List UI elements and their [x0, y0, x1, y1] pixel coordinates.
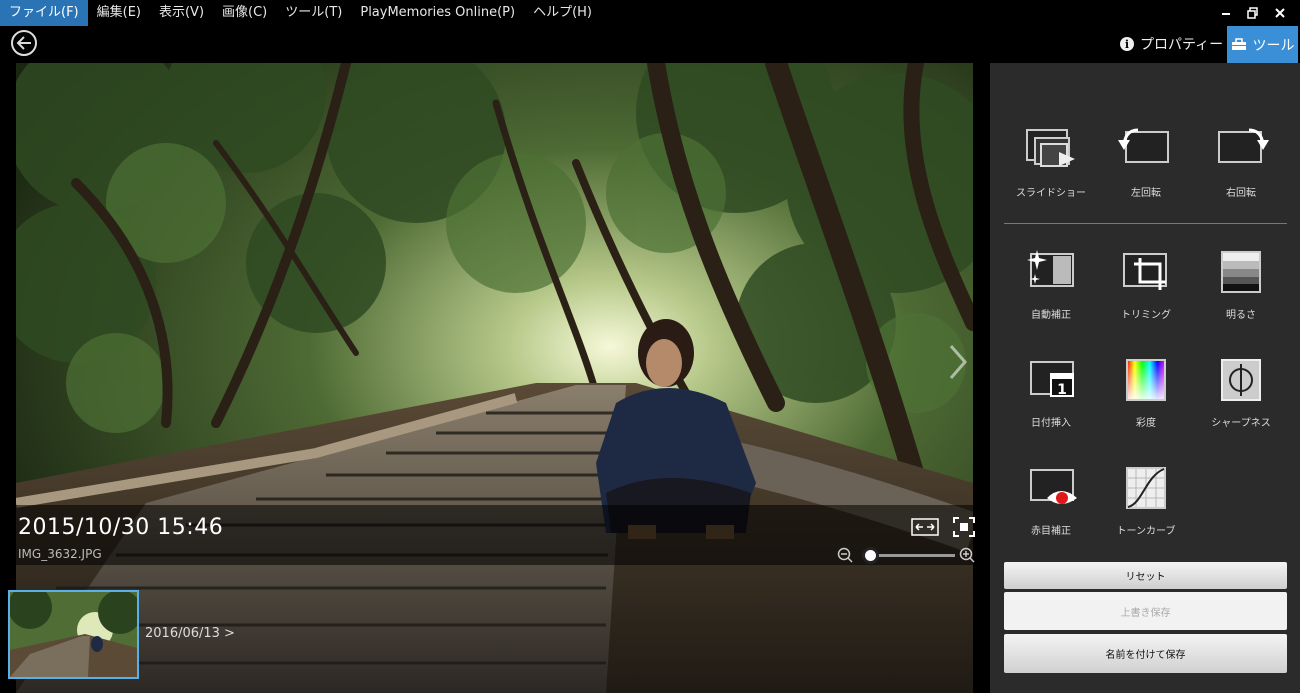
tool-date-insert[interactable]: 1 日付挿入: [1003, 356, 1099, 429]
date-insert-icon: 1: [1030, 361, 1074, 398]
tool-brightness[interactable]: 明るさ: [1193, 248, 1289, 321]
tool-rotate-right[interactable]: 右回転: [1193, 126, 1289, 199]
fullscreen-icon[interactable]: [953, 517, 975, 537]
tool-slideshow-label: スライドショー: [1016, 188, 1086, 199]
tools-button[interactable]: ツール: [1227, 26, 1298, 63]
thumbnail-image: [10, 592, 137, 677]
next-date-link[interactable]: 2016/06/13 >: [145, 626, 235, 641]
thumbnail-current[interactable]: [8, 590, 139, 679]
saturation-icon: [1126, 359, 1166, 401]
trim-icon: [1123, 253, 1167, 290]
tool-trim[interactable]: トリミング: [1098, 248, 1194, 321]
tool-auto-correct-label: 自動補正: [1031, 310, 1071, 321]
toolbox-icon: [1231, 38, 1246, 50]
photo-view[interactable]: [16, 63, 973, 693]
zoom-slider-thumb[interactable]: [862, 547, 879, 564]
save-as-button[interactable]: 名前を付けて保存: [1004, 634, 1287, 673]
menu-view[interactable]: 表示(V): [150, 0, 213, 26]
tool-auto-correct[interactable]: 自動補正: [1003, 248, 1099, 321]
tool-rotate-right-label: 右回転: [1226, 188, 1256, 199]
close-icon: [1275, 8, 1285, 18]
overwrite-save-button[interactable]: 上書き保存: [1004, 592, 1287, 630]
svg-text:1: 1: [1057, 382, 1067, 398]
restore-icon: [1247, 7, 1258, 19]
sharpness-icon: [1221, 359, 1261, 401]
back-arrow-icon: [16, 36, 31, 50]
tool-rotate-left-label: 左回転: [1131, 188, 1161, 199]
rotate-left-icon: [1118, 128, 1169, 163]
back-button[interactable]: [11, 30, 37, 56]
restore-button[interactable]: [1240, 0, 1266, 26]
rotate-right-icon: [1218, 128, 1269, 163]
zoom-out-icon[interactable]: [837, 547, 853, 563]
tool-rotate-left[interactable]: 左回転: [1098, 126, 1194, 199]
tools-label: ツール: [1252, 37, 1295, 54]
tool-saturation[interactable]: 彩度: [1098, 356, 1194, 429]
tone-curve-icon: [1126, 467, 1166, 509]
tools-divider: [1004, 223, 1287, 224]
photo-filename: IMG_3632.JPG: [18, 547, 102, 561]
menu-file[interactable]: ファイル(F): [0, 0, 88, 26]
menu-tools[interactable]: ツール(T): [276, 0, 351, 26]
menu-image[interactable]: 画像(C): [213, 0, 276, 26]
tool-sharpness[interactable]: シャープネス: [1193, 356, 1289, 429]
tool-tone-curve[interactable]: トーンカーブ: [1098, 464, 1194, 537]
photo-datetime: 2015/10/30 15:46: [18, 515, 224, 540]
zoom-in-icon[interactable]: [959, 547, 975, 563]
menu-bar: ファイル(F) 編集(E) 表示(V) 画像(C) ツール(T) PlayMem…: [0, 0, 1300, 26]
tool-tone-curve-label: トーンカーブ: [1116, 526, 1176, 537]
brightness-icon: [1221, 251, 1261, 293]
tool-trim-label: トリミング: [1121, 310, 1171, 321]
next-image-icon[interactable]: [943, 340, 973, 384]
minimize-icon: [1222, 13, 1230, 15]
menu-help[interactable]: ヘルプ(H): [524, 0, 601, 26]
properties-label: プロパティー: [1140, 37, 1224, 53]
properties-button[interactable]: i プロパティー: [1114, 28, 1229, 60]
auto-correct-icon: [1027, 250, 1074, 287]
info-icon: i: [1120, 37, 1134, 51]
tool-brightness-label: 明るさ: [1226, 310, 1256, 321]
reset-button[interactable]: リセット: [1004, 562, 1287, 589]
tool-red-eye[interactable]: 赤目補正: [1003, 464, 1099, 537]
slideshow-icon: [1026, 129, 1075, 167]
menu-playmemories[interactable]: PlayMemories Online(P): [351, 0, 524, 26]
minimize-button[interactable]: [1213, 0, 1239, 26]
fit-to-window-icon[interactable]: [911, 518, 939, 536]
tool-sharpness-label: シャープネス: [1211, 418, 1271, 429]
close-button[interactable]: [1267, 0, 1293, 26]
tool-slideshow[interactable]: スライドショー: [1003, 126, 1099, 199]
forest-stairs-photo: [16, 63, 973, 693]
tool-red-eye-label: 赤目補正: [1031, 526, 1071, 537]
tool-date-insert-label: 日付挿入: [1031, 418, 1071, 429]
red-eye-icon: [1030, 469, 1077, 504]
tool-saturation-label: 彩度: [1136, 418, 1156, 429]
menu-edit[interactable]: 編集(E): [88, 0, 150, 26]
